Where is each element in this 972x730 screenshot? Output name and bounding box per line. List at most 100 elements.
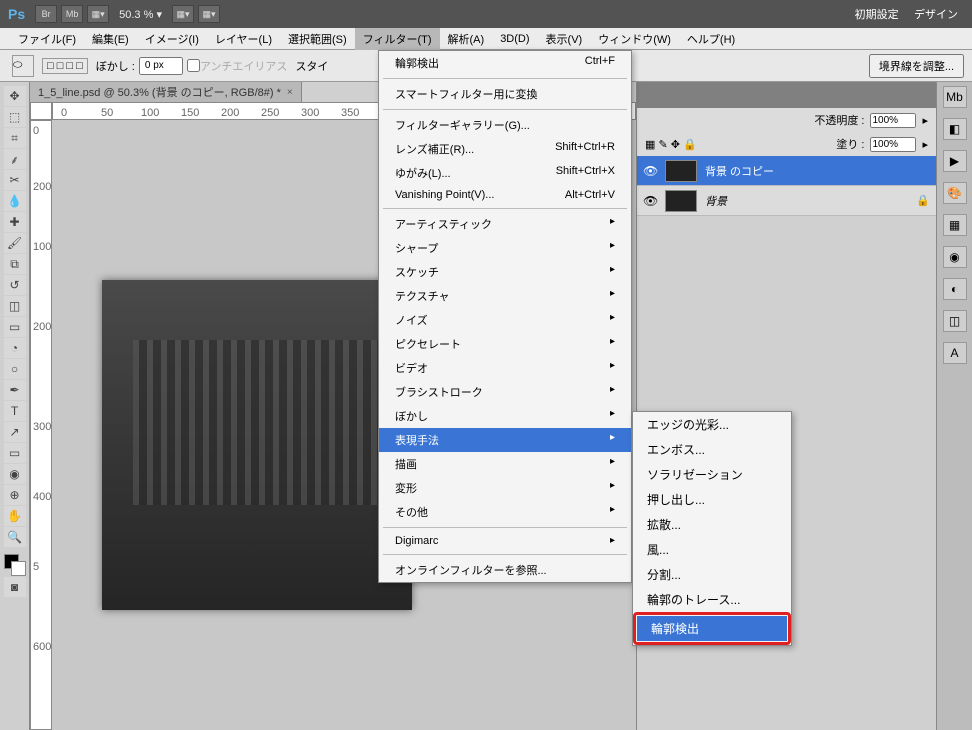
dock-color-icon[interactable]: 🎨	[943, 182, 967, 204]
color-swatch[interactable]	[4, 554, 26, 576]
submenu-wind[interactable]: 風...	[633, 537, 791, 562]
menu-filter[interactable]: フィルター(T)	[355, 28, 440, 50]
menu-sharpen[interactable]: シャープ	[379, 236, 631, 260]
shape-tool[interactable]: ▭	[4, 443, 26, 463]
shape-mode-group[interactable]: □ □ □ □	[42, 58, 88, 74]
document-tab[interactable]: 1_5_line.psd @ 50.3% (背景 のコピー, RGB/8#) *…	[30, 82, 302, 102]
close-icon[interactable]: ×	[287, 87, 293, 98]
visibility-icon[interactable]: 👁	[643, 164, 657, 178]
refine-edge-button[interactable]: 境界線を調整...	[869, 54, 964, 78]
move-tool[interactable]: ✥	[4, 86, 26, 106]
menu-blur[interactable]: ぼかし	[379, 404, 631, 428]
view-extras-button[interactable]: ▦▾	[87, 5, 109, 23]
menu-window[interactable]: ウィンドウ(W)	[590, 28, 679, 50]
lasso-tool[interactable]: ⌗	[4, 128, 26, 148]
path-tool[interactable]: ↗	[4, 422, 26, 442]
ruler-vertical[interactable]: 0 200 100 200 300 400 5 600	[30, 120, 52, 730]
menu-view[interactable]: 表示(V)	[538, 28, 591, 50]
arrange-button[interactable]: ▦▾	[172, 5, 194, 23]
submenu-extrude[interactable]: 押し出し...	[633, 487, 791, 512]
submenu-solarize[interactable]: ソラリゼーション	[633, 462, 791, 487]
submenu-diffuse[interactable]: 拡散...	[633, 512, 791, 537]
eraser-tool[interactable]: ◫	[4, 296, 26, 316]
fill-input[interactable]	[870, 137, 916, 152]
layer-name[interactable]: 背景 のコピー	[705, 163, 930, 179]
fill-flyout-icon[interactable]: ▸	[922, 138, 928, 151]
dodge-tool[interactable]: ○	[4, 359, 26, 379]
menu-pixelate[interactable]: ピクセレート	[379, 332, 631, 356]
eyedropper-tool[interactable]: 💧	[4, 191, 26, 211]
layer-name[interactable]: 背景	[705, 193, 908, 209]
opacity-flyout-icon[interactable]: ▸	[922, 114, 928, 127]
workspace-design[interactable]: デザイン	[914, 9, 958, 21]
lock-icons[interactable]: ▦ ✎ ✥ 🔒	[645, 138, 697, 151]
antialias-checkbox[interactable]	[187, 59, 200, 72]
type-tool[interactable]: T	[4, 401, 26, 421]
crop-tool[interactable]: ✂	[4, 170, 26, 190]
menu-file[interactable]: ファイル(F)	[10, 28, 84, 50]
dock-actions-icon[interactable]: ▶	[943, 150, 967, 172]
menu-texture[interactable]: テクスチャ	[379, 284, 631, 308]
minibridge-button[interactable]: Mb	[61, 5, 83, 23]
opacity-input[interactable]	[870, 113, 916, 128]
brush-tool[interactable]: 🖌	[4, 233, 26, 253]
menu-lens-correction[interactable]: レンズ補正(R)...Shift+Ctrl+R	[379, 137, 631, 161]
screen-mode-button[interactable]: ▦▾	[198, 5, 220, 23]
zoom-level[interactable]: 50.3 % ▾	[119, 8, 162, 21]
layer-row[interactable]: 👁 背景 のコピー	[637, 156, 936, 186]
menu-vanishing-point[interactable]: Vanishing Point(V)...Alt+Ctrl+V	[379, 185, 631, 205]
menu-convert-smart[interactable]: スマートフィルター用に変換	[379, 82, 631, 106]
blur-tool[interactable]: ◔	[4, 338, 26, 358]
menu-noise[interactable]: ノイズ	[379, 308, 631, 332]
submenu-tiles[interactable]: 分割...	[633, 562, 791, 587]
dock-masks-icon[interactable]: ◫	[943, 310, 967, 332]
menu-browse-online[interactable]: オンラインフィルターを参照...	[379, 558, 631, 582]
submenu-glowing-edges[interactable]: エッジの光彩...	[633, 412, 791, 437]
quickmask-button[interactable]: ◙	[4, 577, 26, 597]
layer-row[interactable]: 👁 背景 🔒	[637, 186, 936, 216]
menu-edit[interactable]: 編集(E)	[84, 28, 137, 50]
quick-select-tool[interactable]: ⸙	[4, 149, 26, 169]
menu-help[interactable]: ヘルプ(H)	[679, 28, 743, 50]
dock-adjustments-icon[interactable]: ◐	[943, 278, 967, 300]
menu-brush-strokes[interactable]: ブラシストローク	[379, 380, 631, 404]
panel-tabs[interactable]	[637, 82, 936, 108]
ruler-origin[interactable]	[30, 102, 52, 120]
feather-input[interactable]	[139, 57, 183, 75]
bridge-button[interactable]: Br	[35, 5, 57, 23]
submenu-find-edges[interactable]: 輪郭検出	[637, 616, 787, 641]
menu-sketch[interactable]: スケッチ	[379, 260, 631, 284]
menu-last-filter[interactable]: 輪郭検出Ctrl+F	[379, 51, 631, 75]
dock-history-icon[interactable]: ◧	[943, 118, 967, 140]
history-brush-tool[interactable]: ↺	[4, 275, 26, 295]
dock-character-icon[interactable]: A	[943, 342, 967, 364]
marquee-tool[interactable]: ⬚	[4, 107, 26, 127]
workspace-default[interactable]: 初期設定	[855, 9, 899, 21]
dock-minibridge-icon[interactable]: Mb	[943, 86, 967, 108]
visibility-icon[interactable]: 👁	[643, 194, 657, 208]
zoom-tool[interactable]: 🔍	[4, 527, 26, 547]
3d-camera-tool[interactable]: ⊕	[4, 485, 26, 505]
healing-tool[interactable]: ✚	[4, 212, 26, 232]
3d-tool[interactable]: ◉	[4, 464, 26, 484]
pen-tool[interactable]: ✒	[4, 380, 26, 400]
menu-analysis[interactable]: 解析(A)	[440, 28, 493, 50]
layer-thumb[interactable]	[665, 160, 697, 182]
hand-tool[interactable]: ✋	[4, 506, 26, 526]
menu-image[interactable]: イメージ(I)	[137, 28, 207, 50]
menu-distort[interactable]: 変形	[379, 476, 631, 500]
layer-thumb[interactable]	[665, 190, 697, 212]
submenu-emboss[interactable]: エンボス...	[633, 437, 791, 462]
menu-filter-gallery[interactable]: フィルターギャラリー(G)...	[379, 113, 631, 137]
menu-3d[interactable]: 3D(D)	[492, 30, 537, 48]
stamp-tool[interactable]: ⧉	[4, 254, 26, 274]
submenu-trace-contour[interactable]: 輪郭のトレース...	[633, 587, 791, 612]
menu-artistic[interactable]: アーティスティック	[379, 212, 631, 236]
current-tool-icon[interactable]: ⬭	[12, 55, 34, 77]
gradient-tool[interactable]: ▭	[4, 317, 26, 337]
menu-render[interactable]: 描画	[379, 452, 631, 476]
menu-liquify[interactable]: ゆがみ(L)...Shift+Ctrl+X	[379, 161, 631, 185]
menu-digimarc[interactable]: Digimarc	[379, 531, 631, 551]
menu-stylize[interactable]: 表現手法	[379, 428, 631, 452]
menu-layer[interactable]: レイヤー(L)	[207, 28, 280, 50]
